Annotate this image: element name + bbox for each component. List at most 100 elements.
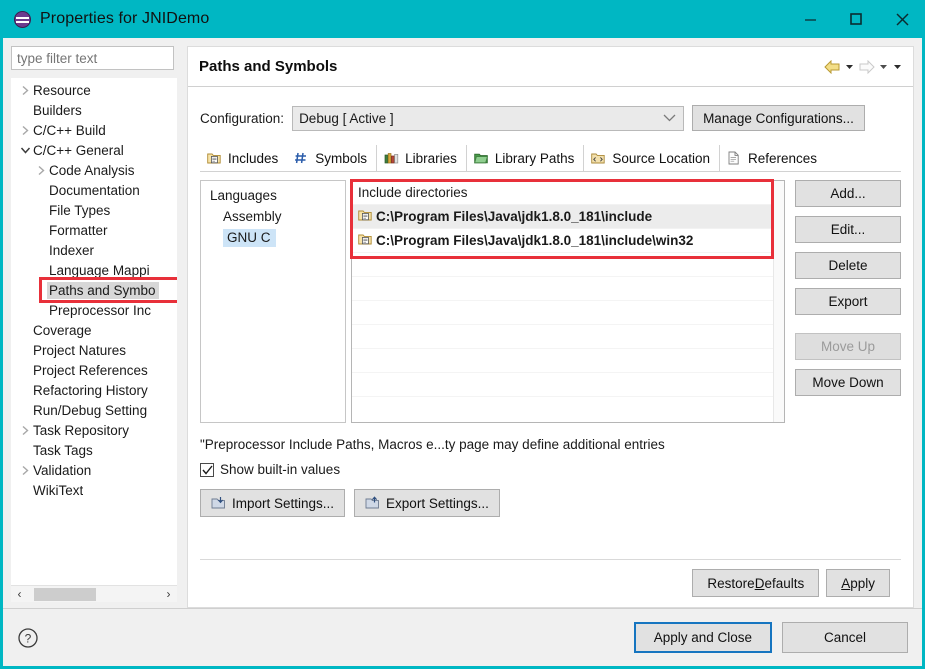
- sidebar-item-paths-and-symbo[interactable]: Paths and Symbo: [11, 280, 177, 300]
- sidebar-item-project-references[interactable]: Project References: [11, 360, 177, 380]
- back-arrow-icon[interactable]: [824, 59, 841, 74]
- sidebar-item-task-tags[interactable]: Task Tags: [11, 440, 177, 460]
- scrollbar-thumb[interactable]: [34, 587, 96, 601]
- apply-post: pply: [850, 575, 875, 591]
- tab-label: References: [747, 150, 818, 166]
- cancel-button[interactable]: Cancel: [782, 622, 908, 653]
- chevron-right-icon[interactable]: [17, 85, 33, 96]
- sidebar-item-label: Builders: [33, 102, 82, 118]
- chevron-right-icon[interactable]: [33, 165, 49, 176]
- hash-icon: [294, 151, 310, 166]
- sidebar-item-refactoring-history[interactable]: Refactoring History: [11, 380, 177, 400]
- show-builtin-values-checkbox[interactable]: [200, 462, 214, 477]
- sidebar-item-c-c-general[interactable]: C/C++ General: [11, 140, 177, 160]
- chevron-right-icon[interactable]: [17, 125, 33, 136]
- language-item-assembly[interactable]: Assembly: [201, 206, 345, 227]
- tab-library-paths[interactable]: Library Paths: [466, 145, 585, 171]
- include-directory-row[interactable]: C:\Program Files\Java\jdk1.8.0_181\inclu…: [352, 228, 784, 252]
- includes-editor: Languages Assembly GNU C Include directori…: [200, 179, 901, 423]
- include-directory-row[interactable]: C:\Program Files\Java\jdk1.8.0_181\inclu…: [352, 204, 784, 228]
- edit-button[interactable]: Edit...: [795, 216, 901, 243]
- delete-button[interactable]: Delete: [795, 252, 901, 279]
- books-icon: [384, 151, 400, 166]
- export-icon: [365, 496, 380, 510]
- preprocessor-note: "Preprocessor Include Paths, Macros e...…: [200, 437, 665, 452]
- sidebar-item-indexer[interactable]: Indexer: [11, 240, 177, 260]
- close-icon[interactable]: [879, 0, 925, 38]
- open-folder-icon: [474, 151, 490, 166]
- eclipse-properties-icon: [14, 10, 31, 28]
- main-split: Resource Builders C/C++ Build C/C++ General…: [3, 38, 922, 608]
- include-directory-path: C:\Program Files\Java\jdk1.8.0_181\inclu…: [376, 209, 653, 224]
- include-directories-list[interactable]: Include directories C:\Program Files\Java…: [351, 180, 785, 423]
- show-builtin-values-row[interactable]: Show built-in values: [200, 462, 901, 477]
- back-dropdown-icon[interactable]: [844, 61, 855, 72]
- sidebar-item-code-analysis[interactable]: Code Analysis: [11, 160, 177, 180]
- title-bar: Properties for JNIDemo: [0, 0, 925, 38]
- document-icon: [727, 151, 743, 166]
- sidebar-item-label: Documentation: [49, 182, 140, 198]
- sidebar-item-project-natures[interactable]: Project Natures: [11, 340, 177, 360]
- maximize-icon[interactable]: [833, 0, 879, 38]
- export-button[interactable]: Export: [795, 288, 901, 315]
- minimize-icon[interactable]: [787, 0, 833, 38]
- sidebar-item-resource[interactable]: Resource: [11, 80, 177, 100]
- add-button[interactable]: Add...: [795, 180, 901, 207]
- apply-button[interactable]: Apply: [826, 569, 890, 597]
- include-empty-row: [352, 348, 784, 372]
- settings-tree[interactable]: Resource Builders C/C++ Build C/C++ General…: [11, 78, 177, 585]
- chevron-down-icon[interactable]: [17, 146, 33, 155]
- sidebar-item-label: C/C++ Build: [33, 122, 106, 138]
- import-settings-button[interactable]: Import Settings...: [200, 489, 346, 517]
- sidebar-item-label: Paths and Symbo: [47, 281, 159, 299]
- pane-bottom-buttons: Restore Defaults Apply: [200, 559, 901, 607]
- scroll-right-icon[interactable]: ›: [160, 587, 177, 601]
- sidebar-item-validation[interactable]: Validation: [11, 460, 177, 480]
- forward-dropdown-icon[interactable]: [878, 61, 889, 72]
- svg-text:?: ?: [25, 631, 32, 645]
- sidebar-item-coverage[interactable]: Coverage: [11, 320, 177, 340]
- configuration-select[interactable]: Debug [ Active ]: [292, 105, 685, 131]
- tab-references[interactable]: References: [719, 145, 827, 171]
- move-up-button: Move Up: [795, 333, 901, 360]
- restore-defaults-button[interactable]: Restore Defaults: [692, 569, 820, 597]
- sidebar-item-builders[interactable]: Builders: [11, 100, 177, 120]
- move-down-button[interactable]: Move Down: [795, 369, 901, 396]
- sidebar-item-c-c-build[interactable]: C/C++ Build: [11, 120, 177, 140]
- dialog-body: Resource Builders C/C++ Build C/C++ General…: [3, 38, 922, 666]
- sidebar-item-task-repository[interactable]: Task Repository: [11, 420, 177, 440]
- window-title: Properties for JNIDemo: [40, 10, 210, 27]
- source-folder-icon: [591, 151, 607, 166]
- sidebar-horizontal-scrollbar[interactable]: ‹ ›: [11, 585, 177, 602]
- sidebar-item-wikitext[interactable]: WikiText: [11, 480, 177, 500]
- apply-and-close-button[interactable]: Apply and Close: [633, 622, 772, 653]
- tab-libraries[interactable]: Libraries: [377, 145, 467, 171]
- languages-panel[interactable]: Languages Assembly GNU C: [200, 180, 346, 423]
- tab-includes[interactable]: Includes: [200, 145, 288, 171]
- scroll-left-icon[interactable]: ‹: [11, 587, 28, 601]
- manage-configurations-button[interactable]: Manage Configurations...: [692, 105, 865, 131]
- chevron-right-icon[interactable]: [17, 465, 33, 476]
- sidebar-item-preprocessor-inc[interactable]: Preprocessor Inc: [11, 300, 177, 320]
- include-list-scrollbar[interactable]: [773, 181, 784, 422]
- properties-dialog: Properties for JNIDemo Resource Builders C…: [0, 0, 925, 669]
- sidebar-item-language-mappi[interactable]: Language Mappi: [11, 260, 177, 280]
- sidebar-item-run-debug-setting[interactable]: Run/Debug Setting: [11, 400, 177, 420]
- sidebar-item-formatter[interactable]: Formatter: [11, 220, 177, 240]
- sidebar-item-documentation[interactable]: Documentation: [11, 180, 177, 200]
- configuration-label: Configuration:: [200, 110, 285, 126]
- sidebar-item-file-types[interactable]: File Types: [11, 200, 177, 220]
- tab-source-location[interactable]: Source Location: [584, 145, 720, 171]
- settings-tabs[interactable]: Includes Symbols Libraries Library Paths Sou…: [200, 145, 901, 171]
- filter-input[interactable]: [11, 46, 174, 70]
- settings-sidebar: Resource Builders C/C++ Build C/C++ General…: [3, 38, 185, 608]
- sidebar-item-label: File Types: [49, 202, 111, 218]
- language-item-gnu-c[interactable]: GNU C: [201, 227, 345, 248]
- chevron-right-icon[interactable]: [17, 425, 33, 436]
- tab-symbols[interactable]: Symbols: [287, 145, 378, 171]
- view-menu-icon[interactable]: [892, 61, 903, 72]
- help-question-icon[interactable]: ?: [17, 627, 39, 649]
- dialog-footer: ? Apply and Close Cancel: [3, 608, 922, 666]
- scrollbar-track[interactable]: [28, 586, 160, 603]
- export-settings-button[interactable]: Export Settings...: [354, 489, 500, 517]
